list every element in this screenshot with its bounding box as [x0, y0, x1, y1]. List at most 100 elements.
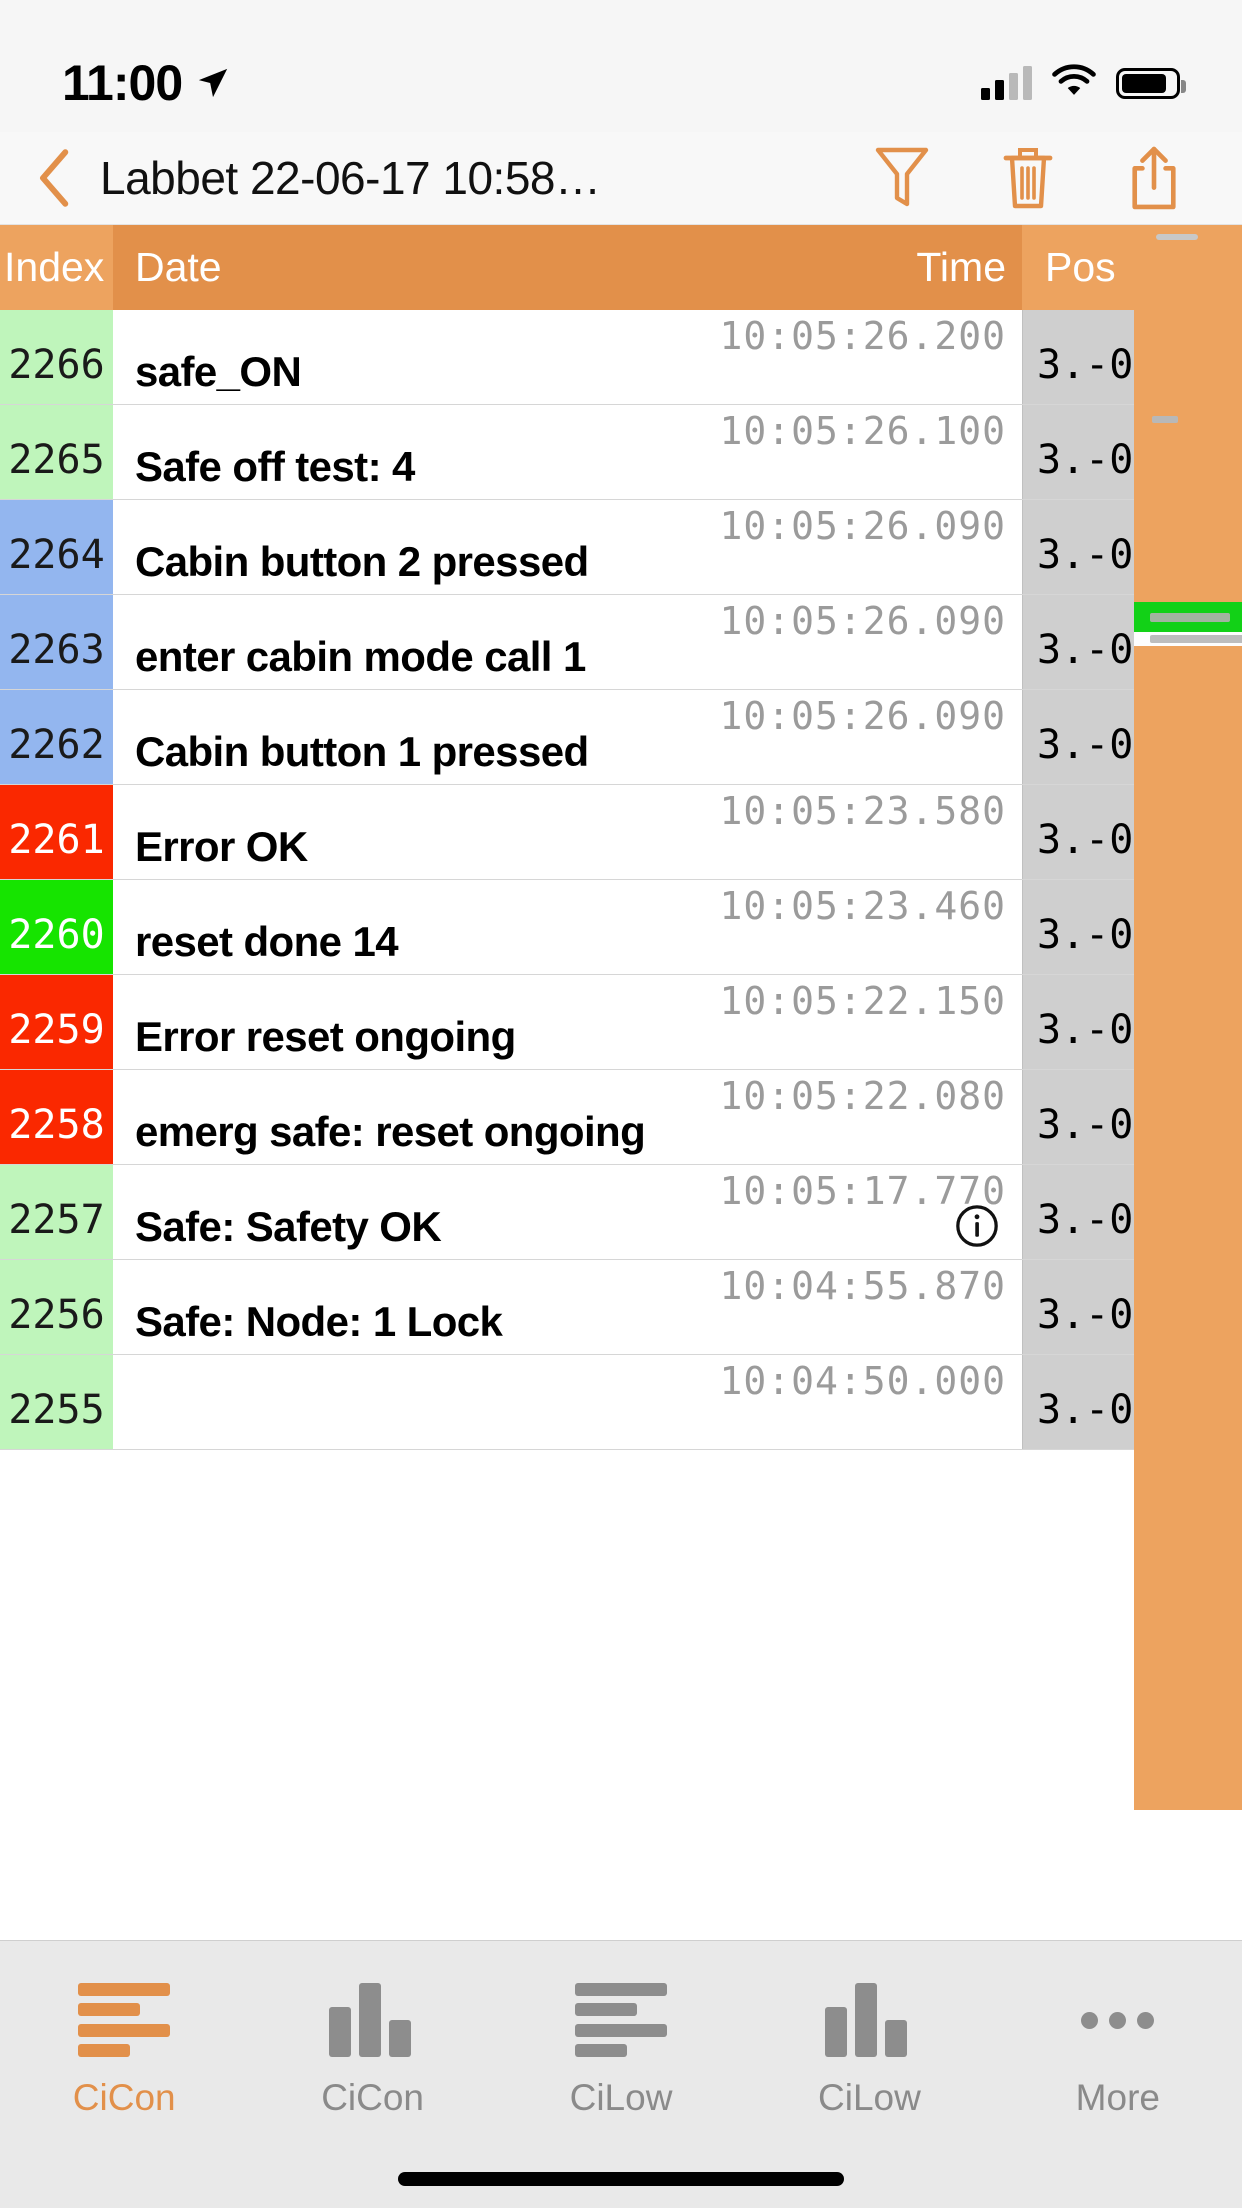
row-message-cell: 10:05:26.200 safe_ON — [113, 310, 1022, 404]
side-scroll-panel[interactable] — [1134, 310, 1242, 1810]
row-index-cell: 2257 — [0, 1165, 113, 1259]
trash-icon[interactable] — [994, 142, 1062, 214]
scroll-thumb-icon[interactable] — [1156, 234, 1198, 240]
log-table-body[interactable]: 2266 10:05:26.200 safe_ON 3.-05 2265 10:05:26… — [0, 310, 1242, 1810]
tab-label: CiCon — [72, 2077, 176, 2118]
tab-label: More — [1075, 2077, 1160, 2118]
scroll-thumb-icon[interactable] — [1152, 416, 1178, 423]
row-pos-cell: 3.-05 — [1022, 785, 1157, 879]
table-row[interactable]: 2263 10:05:26.090 enter cabin mode call 1 3… — [0, 595, 1157, 690]
filter-funnel-icon[interactable] — [868, 142, 936, 214]
battery-icon — [1116, 67, 1186, 99]
row-message-cell: 10:05:22.080 emerg safe: reset ongoing — [113, 1070, 1022, 1164]
row-time: 10:05:26.090 — [719, 694, 1006, 738]
home-indicator — [398, 2172, 844, 2186]
list-lines-icon — [78, 1983, 171, 2057]
row-message: Error reset ongoing — [135, 1013, 516, 1060]
tab-cilow-2[interactable]: CiLow — [497, 1941, 745, 2136]
row-index-cell: 2255 — [0, 1355, 113, 1449]
row-time: 10:05:26.100 — [719, 409, 1006, 453]
wifi-icon — [1052, 63, 1096, 103]
row-time: 10:05:22.080 — [719, 1074, 1006, 1118]
bar-chart-icon — [328, 1983, 417, 2057]
position-marker-bar — [1134, 632, 1242, 646]
row-index-cell: 2261 — [0, 785, 113, 879]
row-index-cell: 2264 — [0, 500, 113, 594]
row-message-cell: 10:05:26.100 Safe off test: 4 — [113, 405, 1022, 499]
row-pos-cell: 3.-05 — [1022, 1070, 1157, 1164]
tab-bar: CiCon CiCon CiLow CiLow More — [0, 1940, 1242, 2208]
row-time: 10:04:50.000 — [719, 1359, 1006, 1403]
column-header-date[interactable]: Date — [113, 225, 917, 310]
row-message: emerg safe: reset ongoing — [135, 1108, 646, 1155]
row-time: 10:04:55.870 — [719, 1264, 1006, 1308]
row-message-cell: 10:04:55.870 Safe: Node: 1 Lock — [113, 1260, 1022, 1354]
row-message: Cabin button 2 pressed — [135, 538, 589, 585]
row-message-cell: 10:05:26.090 Cabin button 1 pressed — [113, 690, 1022, 784]
tab-cicon-0[interactable]: CiCon — [0, 1941, 248, 2136]
app-root: 11:00 Labbet 22-06-17 10:58… Index Date … — [0, 0, 1242, 2208]
row-pos-cell: 3.-05 — [1022, 405, 1157, 499]
tab-list: CiCon CiCon CiLow CiLow More — [0, 1941, 1242, 2136]
row-index-cell: 2265 — [0, 405, 113, 499]
row-message-cell: 10:05:23.460 reset done 14 — [113, 880, 1022, 974]
bar-chart-icon — [825, 1983, 913, 2057]
tab-cicon-1[interactable]: CiCon — [248, 1941, 496, 2136]
table-row[interactable]: 2257 10:05:17.770 Safe: Safety OK 3.-05 — [0, 1165, 1157, 1260]
table-row[interactable]: 2265 10:05:26.100 Safe off test: 4 3.-05 — [0, 405, 1157, 500]
back-button[interactable] — [22, 145, 88, 211]
row-message: enter cabin mode call 1 — [135, 633, 586, 680]
tab-label: CiLow — [818, 2077, 921, 2118]
list-lines-icon — [575, 1983, 668, 2057]
tab-label: CiCon — [321, 2077, 425, 2118]
tab-more-4[interactable]: More — [994, 1941, 1242, 2136]
page-title: Labbet 22-06-17 10:58… — [100, 152, 601, 204]
table-row[interactable]: 2262 10:05:26.090 Cabin button 1 pressed 3.… — [0, 690, 1157, 785]
log-rows: 2266 10:05:26.200 safe_ON 3.-05 2265 10:05:26… — [0, 310, 1157, 1810]
row-pos-cell: 3.-05 — [1022, 1165, 1157, 1259]
table-row[interactable]: 2258 10:05:22.080 emerg safe: reset ongoin… — [0, 1070, 1157, 1165]
row-message-cell: 10:05:17.770 Safe: Safety OK — [113, 1165, 1022, 1259]
cellular-signal-icon — [981, 66, 1032, 100]
tab-label: CiLow — [569, 2077, 673, 2118]
position-highlight-bar[interactable] — [1134, 602, 1242, 632]
status-bar-right — [981, 63, 1186, 103]
ellipsis-icon — [1074, 1983, 1162, 2057]
row-pos-cell: 3.-05 — [1022, 310, 1157, 404]
column-header-pos[interactable]: Pos — [1022, 225, 1134, 310]
column-header-index[interactable]: Index — [0, 225, 113, 310]
share-export-icon[interactable] — [1120, 142, 1188, 214]
status-time: 11:00 — [62, 55, 183, 111]
row-message-cell: 10:05:26.090 Cabin button 2 pressed — [113, 500, 1022, 594]
row-message: safe_ON — [135, 348, 302, 395]
info-circle-icon[interactable] — [954, 1203, 1000, 1249]
navigation-bar: Labbet 22-06-17 10:58… — [0, 132, 1242, 225]
row-pos-cell: 3.-05 — [1022, 500, 1157, 594]
location-arrow-icon — [196, 66, 230, 100]
row-index-cell: 2263 — [0, 595, 113, 689]
status-bar: 11:00 — [0, 0, 1242, 132]
row-time: 10:05:26.200 — [719, 314, 1006, 358]
row-message: Safe: Node: 1 Lock — [135, 1298, 503, 1345]
row-message: reset done 14 — [135, 918, 399, 965]
row-message-cell: 10:05:26.090 enter cabin mode call 1 — [113, 595, 1022, 689]
table-row[interactable]: 2264 10:05:26.090 Cabin button 2 pressed 3.… — [0, 500, 1157, 595]
row-time: 10:05:26.090 — [719, 504, 1006, 548]
table-row[interactable]: 2266 10:05:26.200 safe_ON 3.-05 — [0, 310, 1157, 405]
row-message-cell: 10:05:23.580 Error OK — [113, 785, 1022, 879]
row-pos-cell: 3.-05 — [1022, 1355, 1157, 1449]
table-row[interactable]: 2261 10:05:23.580 Error OK 3.-05 — [0, 785, 1157, 880]
row-time: 10:05:23.460 — [719, 884, 1006, 928]
column-header-time[interactable]: Time — [916, 225, 1022, 310]
row-message: Safe: Safety OK — [135, 1203, 442, 1250]
row-index-cell: 2262 — [0, 690, 113, 784]
table-row[interactable]: 2255 10:04:50.000 3.-05 — [0, 1355, 1157, 1450]
row-pos-cell: 3.-05 — [1022, 1260, 1157, 1354]
row-index-cell: 2258 — [0, 1070, 113, 1164]
table-row[interactable]: 2260 10:05:23.460 reset done 14 3.-05 — [0, 880, 1157, 975]
table-row[interactable]: 2259 10:05:22.150 Error reset ongoing 3.-05 — [0, 975, 1157, 1070]
tab-cilow-3[interactable]: CiLow — [745, 1941, 993, 2136]
row-message-cell: 10:05:22.150 Error reset ongoing — [113, 975, 1022, 1069]
column-header-spacer — [1134, 225, 1242, 310]
table-row[interactable]: 2256 10:04:55.870 Safe: Node: 1 Lock 3.-05 — [0, 1260, 1157, 1355]
